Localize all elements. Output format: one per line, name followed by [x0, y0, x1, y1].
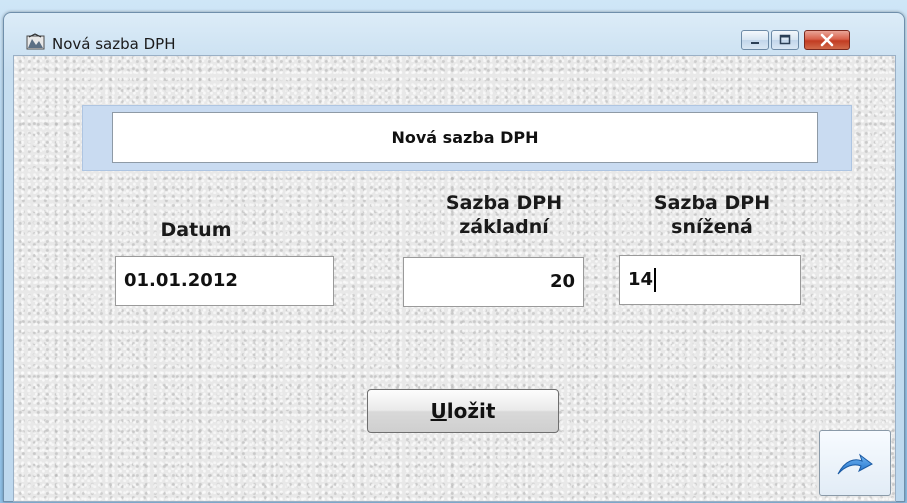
sazba-snizena-label: Sazba DPH snížená [632, 191, 792, 239]
minimize-button[interactable] [741, 30, 769, 50]
sazba-zakladni-label-line2: základní [459, 216, 549, 238]
exit-arrow-icon [837, 453, 873, 475]
datum-label-text: Datum [160, 219, 232, 241]
sazba-zakladni-label-line1: Sazba DPH [445, 192, 563, 214]
close-icon [820, 33, 834, 47]
datum-label: Datum [136, 218, 256, 242]
datum-input[interactable]: 01.01.2012 [115, 256, 334, 306]
window-title: Nová sazba DPH [52, 35, 176, 53]
sazba-snizena-input-value: 14 [628, 269, 654, 290]
maximize-icon [779, 34, 791, 45]
text-caret [654, 268, 657, 292]
datum-input-value: 01.01.2012 [124, 270, 238, 291]
dialog-client-area: Nová sazba DPH Datum Sazba DPH základní … [13, 55, 896, 502]
title-bar[interactable]: Nová sazba DPH [4, 13, 904, 53]
sazba-zakladni-input[interactable]: 20 [403, 257, 584, 307]
sazba-snizena-label-line2: snížená [671, 216, 753, 238]
minimize-icon [751, 42, 759, 44]
app-icon [26, 33, 46, 51]
sazba-snizena-label-line1: Sazba DPH [653, 192, 771, 214]
sazba-snizena-input[interactable]: 14 [619, 255, 801, 305]
dialog-window: Nová sazba DPH Nová sazba DPH Datum Sazb… [3, 12, 905, 502]
exit-button[interactable] [819, 430, 891, 496]
sazba-zakladni-label: Sazba DPH základní [424, 191, 584, 239]
form-header: Nová sazba DPH [112, 112, 818, 163]
maximize-button[interactable] [771, 30, 799, 50]
save-button-mnemonic: U [430, 399, 447, 423]
close-button[interactable] [804, 30, 850, 50]
sazba-zakladni-input-value: 20 [549, 271, 575, 292]
save-button[interactable]: Uložit [367, 389, 559, 433]
save-button-label: ložit [446, 399, 496, 423]
